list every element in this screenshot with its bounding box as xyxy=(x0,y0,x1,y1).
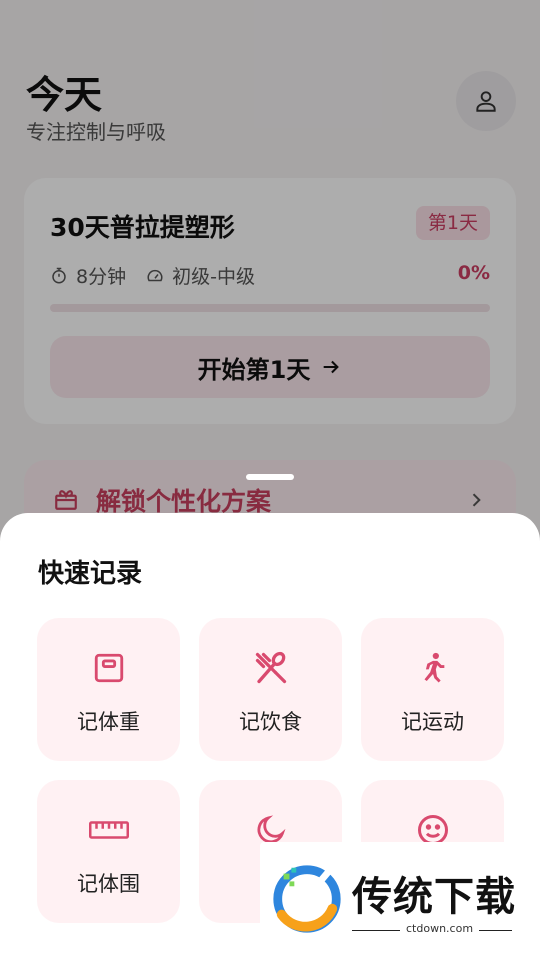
sheet-title: 快速记录 xyxy=(38,559,143,589)
log-measurement-label: 记体围 xyxy=(77,872,140,896)
ctdown-logo-icon xyxy=(273,865,341,933)
watermark: 传统下载 ctdown.com xyxy=(260,842,540,960)
watermark-brand: 传统下载 xyxy=(352,874,516,920)
ruler-icon xyxy=(88,821,129,839)
watermark-url: ctdown.com xyxy=(400,922,480,935)
scale-icon xyxy=(94,653,123,683)
sheet-drag-handle[interactable] xyxy=(246,474,294,480)
log-measurement-tile[interactable]: 记体围 xyxy=(37,780,180,923)
log-weight-tile[interactable]: 记体重 xyxy=(37,618,180,761)
log-exercise-label: 记运动 xyxy=(401,710,464,734)
fork-spoon-icon xyxy=(255,651,286,684)
running-icon xyxy=(424,652,444,683)
log-diet-label: 记饮食 xyxy=(239,710,302,734)
log-weight-label: 记体重 xyxy=(77,710,140,734)
log-exercise-tile[interactable]: 记运动 xyxy=(361,618,504,761)
log-diet-tile[interactable]: 记饮食 xyxy=(199,618,342,761)
